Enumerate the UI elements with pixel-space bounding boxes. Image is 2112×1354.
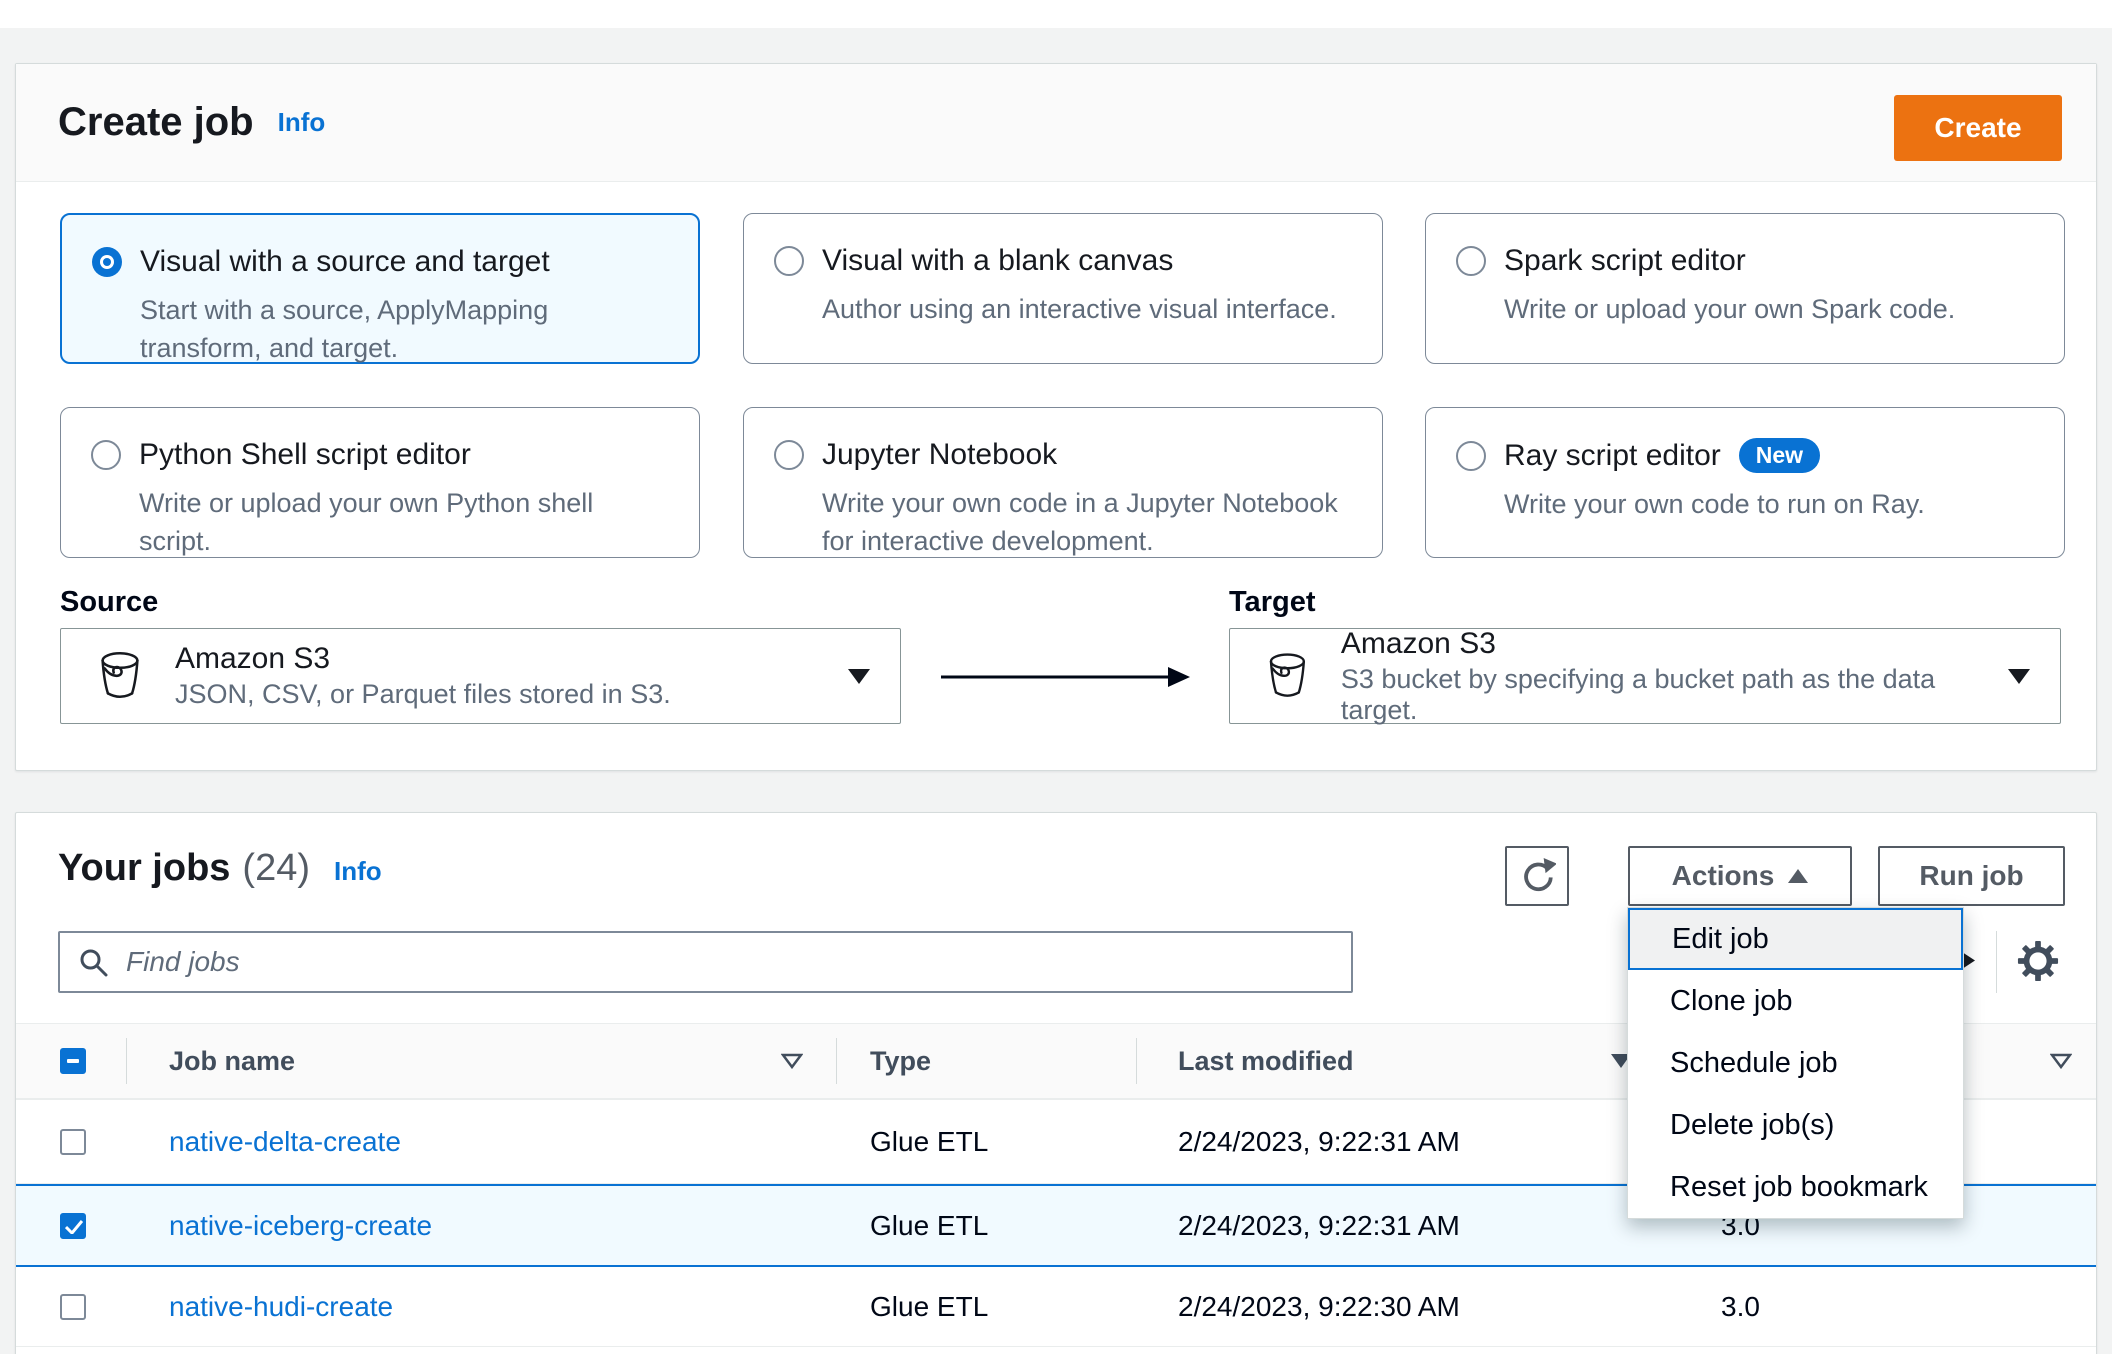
job-last-modified: 2/24/2023, 9:22:30 AM: [1178, 1290, 1460, 1322]
option-description: Author using an interactive visual inter…: [822, 294, 1337, 324]
actions-button-label: Actions: [1671, 860, 1775, 891]
create-job-info-link[interactable]: Info: [278, 107, 326, 138]
your-jobs-title: Your jobs: [58, 847, 231, 889]
option-description: Write or upload your own Spark code.: [1504, 294, 1956, 324]
radio-icon[interactable]: [1456, 440, 1486, 471]
option-title: Spark script editor: [1504, 244, 1746, 277]
option-title: Jupyter Notebook: [822, 438, 1058, 471]
your-jobs-panel: Your jobs (24) Info Actions Run job Find…: [15, 812, 2097, 1354]
source-name: Amazon S3: [175, 642, 331, 675]
row-checkbox[interactable]: [60, 1293, 86, 1320]
radio-icon[interactable]: [774, 440, 804, 470]
target-label: Target: [1229, 586, 1316, 618]
search-icon: [80, 949, 108, 977]
job-type: Glue ETL: [870, 1209, 989, 1241]
create-button[interactable]: Create: [1894, 95, 2062, 161]
menu-item-delete-jobs[interactable]: Delete job(s): [1628, 1094, 1963, 1156]
radio-icon[interactable]: [774, 246, 804, 276]
page-title: Create job: [58, 100, 254, 144]
option-ray-script-editor[interactable]: Ray script editor New Write your own cod…: [1425, 407, 2065, 558]
column-divider: [1136, 1038, 1137, 1084]
s3-bucket-icon: [101, 652, 139, 699]
target-name: Amazon S3: [1340, 626, 1496, 660]
select-all-checkbox[interactable]: [60, 1048, 86, 1074]
job-type: Glue ETL: [870, 1125, 989, 1157]
new-badge: New: [1738, 438, 1821, 473]
option-title: Python Shell script editor: [139, 438, 471, 471]
refresh-icon: [1524, 857, 1556, 892]
page: Create job Info Create Visual with a sou…: [0, 0, 2112, 1354]
target-select[interactable]: Amazon S3 S3 bucket by specifying a buck…: [1229, 626, 2061, 725]
job-name-link[interactable]: native-iceberg-create: [169, 1186, 432, 1265]
option-title: Visual with a source and target: [140, 245, 550, 278]
radio-selected-icon[interactable]: [92, 247, 122, 277]
job-last-modified: 2/24/2023, 9:22:31 AM: [1178, 1209, 1460, 1241]
option-python-shell-editor[interactable]: Python Shell script editor Write or uplo…: [60, 407, 700, 558]
option-description: Write your own code to run on Ray.: [1504, 489, 1925, 519]
actions-dropdown-menu: Edit job Clone job Schedule job Delete j…: [1627, 907, 1964, 1219]
job-name-link[interactable]: native-hudi-create: [169, 1267, 393, 1346]
column-header-last-modified[interactable]: Last modified: [1178, 1024, 1354, 1098]
create-job-header: Create job Info Create: [16, 64, 2096, 182]
column-header-job-name[interactable]: Job name: [169, 1024, 295, 1098]
option-visual-source-target[interactable]: Visual with a source and target Start wi…: [60, 213, 700, 364]
chevron-down-icon: [848, 668, 870, 684]
option-title: Visual with a blank canvas: [822, 244, 1174, 277]
run-job-button[interactable]: Run job: [1878, 846, 2065, 906]
target-description: S3 bucket by specifying a bucket path as…: [1340, 663, 1936, 725]
your-jobs-info-link[interactable]: Info: [334, 856, 382, 887]
option-description: Write your own code in a Jupyter Noteboo…: [822, 488, 1338, 556]
job-name-link[interactable]: native-delta-create: [169, 1100, 401, 1183]
radio-icon[interactable]: [91, 440, 121, 470]
source-label: Source: [60, 586, 159, 618]
refresh-button[interactable]: [1505, 846, 1569, 906]
menu-item-schedule-job[interactable]: Schedule job: [1628, 1032, 1963, 1094]
job-glue-version: 3.0: [1721, 1290, 1760, 1322]
jobs-count: (24): [242, 847, 310, 889]
source-description: JSON, CSV, or Parquet files stored in S3…: [175, 679, 671, 709]
actions-button[interactable]: Actions: [1628, 846, 1852, 906]
your-jobs-title-row: Your jobs (24) Info: [58, 847, 382, 890]
option-description: Start with a source, ApplyMapping transf…: [140, 295, 549, 363]
job-name-filter-icon[interactable]: [781, 1024, 803, 1098]
toolbar-divider: [1996, 931, 1997, 993]
job-last-modified: 2/24/2023, 9:22:31 AM: [1178, 1125, 1460, 1157]
top-strip: [0, 0, 2112, 28]
preferences-button[interactable]: [2017, 940, 2059, 987]
option-spark-script-editor[interactable]: Spark script editor Write or upload your…: [1425, 213, 2065, 364]
table-row[interactable]: native-hudi-create Glue ETL 2/24/2023, 9…: [16, 1267, 2096, 1347]
column-header-type[interactable]: Type: [870, 1024, 931, 1098]
source-to-target-arrow: [941, 667, 1190, 687]
option-visual-blank-canvas[interactable]: Visual with a blank canvas Author using …: [743, 213, 1383, 364]
find-jobs-searchbox[interactable]: [58, 931, 1353, 993]
column-divider: [836, 1038, 837, 1084]
radio-icon[interactable]: [1456, 246, 1486, 276]
source-select[interactable]: Amazon S3 JSON, CSV, or Parquet files st…: [60, 628, 901, 724]
create-job-panel: Create job Info Create Visual with a sou…: [15, 63, 2097, 771]
menu-item-edit-job[interactable]: Edit job: [1628, 908, 1963, 970]
column-divider: [126, 1038, 127, 1084]
find-jobs-input[interactable]: [124, 945, 1333, 979]
option-description: Write or upload your own Python shell sc…: [139, 488, 594, 556]
option-title: Ray script editor: [1504, 438, 1721, 472]
row-checkbox[interactable]: [60, 1128, 86, 1155]
menu-item-clone-job[interactable]: Clone job: [1628, 970, 1963, 1032]
menu-item-reset-job-bookmark[interactable]: Reset job bookmark: [1628, 1156, 1963, 1218]
row-checkbox[interactable]: [60, 1212, 86, 1239]
select-all-checkbox-cell: [60, 1024, 86, 1098]
gear-icon: [2017, 940, 2059, 982]
job-type: Glue ETL: [870, 1290, 989, 1322]
chevron-down-icon: [2008, 668, 2030, 684]
s3-bucket-icon: [1269, 653, 1306, 697]
caret-up-icon: [1788, 869, 1809, 883]
option-jupyter-notebook[interactable]: Jupyter Notebook Write your own code in …: [743, 407, 1383, 558]
glue-version-filter-icon[interactable]: [2050, 1024, 2072, 1098]
